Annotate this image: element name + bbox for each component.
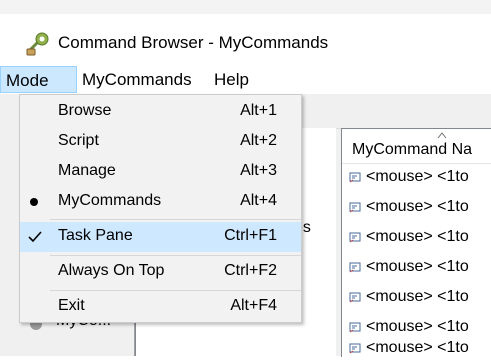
command-icon (349, 292, 361, 303)
menu-item-shortcut: Ctrl+F1 (224, 227, 277, 244)
sort-ascending-icon (437, 132, 447, 139)
menu-item-indicator (20, 222, 50, 252)
command-icon (349, 202, 361, 213)
table-row[interactable]: <mouse> <1to (342, 193, 491, 223)
menu-item-label: Script (58, 132, 99, 149)
row-command-name: <mouse> <1to (366, 288, 469, 305)
menu-help[interactable]: Help (209, 66, 254, 93)
command-icon (349, 262, 361, 273)
command-icon (349, 322, 361, 333)
menu-item-manage[interactable]: Manage Alt+3 (20, 157, 301, 187)
menu-item-label: Task Pane (58, 227, 133, 244)
menu-item-mycommands[interactable]: MyCommands Alt+4 (20, 187, 301, 217)
menu-item-label: Exit (58, 297, 85, 314)
menu-item-task-pane[interactable]: Task Pane Ctrl+F1 (20, 222, 301, 252)
table-row[interactable]: <mouse> <1to (342, 283, 491, 313)
menu-item-label: MyCommands (58, 192, 162, 209)
row-command-name: <mouse> <1to (366, 339, 469, 356)
row-command-name: <mouse> <1to (366, 168, 469, 185)
column-header-label: MyCommand Na (352, 141, 473, 158)
menu-item-exit[interactable]: Exit Alt+F4 (20, 292, 301, 322)
table-row[interactable]: <mouse> <1to (342, 253, 491, 283)
menu-separator (50, 290, 301, 291)
menu-item-shortcut: Ctrl+F2 (224, 262, 277, 279)
menu-mode[interactable]: Mode (0, 66, 77, 93)
table-row[interactable]: <mouse> <1to (342, 334, 491, 364)
mode-menu-dropdown: Browse Alt+1 Script Alt+2 Manage Alt+3 M… (19, 94, 302, 323)
menu-separator (50, 219, 301, 220)
checkmark-icon (28, 231, 42, 243)
command-icon (349, 343, 361, 354)
menu-item-shortcut: Alt+1 (240, 102, 277, 119)
command-icon (349, 232, 361, 243)
column-header-mycommand-name[interactable]: MyCommand Na (342, 129, 491, 164)
menu-item-label: Manage (58, 162, 116, 179)
menu-item-script[interactable]: Script Alt+2 (20, 127, 301, 157)
menu-item-indicator (20, 187, 50, 217)
menu-item-shortcut: Alt+F4 (230, 297, 277, 314)
top-strip (0, 0, 491, 14)
menu-separator (50, 255, 301, 256)
menu-bar: Mode MyCommands Help (0, 66, 491, 94)
menu-item-label: Always On Top (58, 262, 165, 279)
menu-item-always-on-top[interactable]: Always On Top Ctrl+F2 (20, 257, 301, 287)
menu-item-shortcut: Alt+4 (240, 192, 277, 209)
menu-item-label: Browse (58, 102, 112, 119)
row-command-name: <mouse> <1to (366, 198, 469, 215)
window-title: Command Browser - MyCommands (58, 33, 329, 52)
menu-mycommands[interactable]: MyCommands (77, 66, 197, 93)
row-command-name: <mouse> <1to (366, 228, 469, 245)
menu-item-shortcut: Alt+3 (240, 162, 277, 179)
menu-item-shortcut: Alt+2 (240, 132, 277, 149)
command-icon (349, 172, 361, 183)
row-command-name: <mouse> <1to (366, 258, 469, 275)
mycommands-grid[interactable]: MyCommand Na <mouse> <1to <mouse> <1to <… (341, 128, 491, 357)
table-row[interactable]: <mouse> <1to (342, 223, 491, 253)
radio-bullet-icon (30, 198, 38, 206)
table-row[interactable]: <mouse> <1to (342, 163, 491, 193)
app-icon (26, 32, 49, 56)
title-bar: Command Browser - MyCommands (0, 0, 491, 62)
menu-item-browse[interactable]: Browse Alt+1 (20, 97, 301, 127)
